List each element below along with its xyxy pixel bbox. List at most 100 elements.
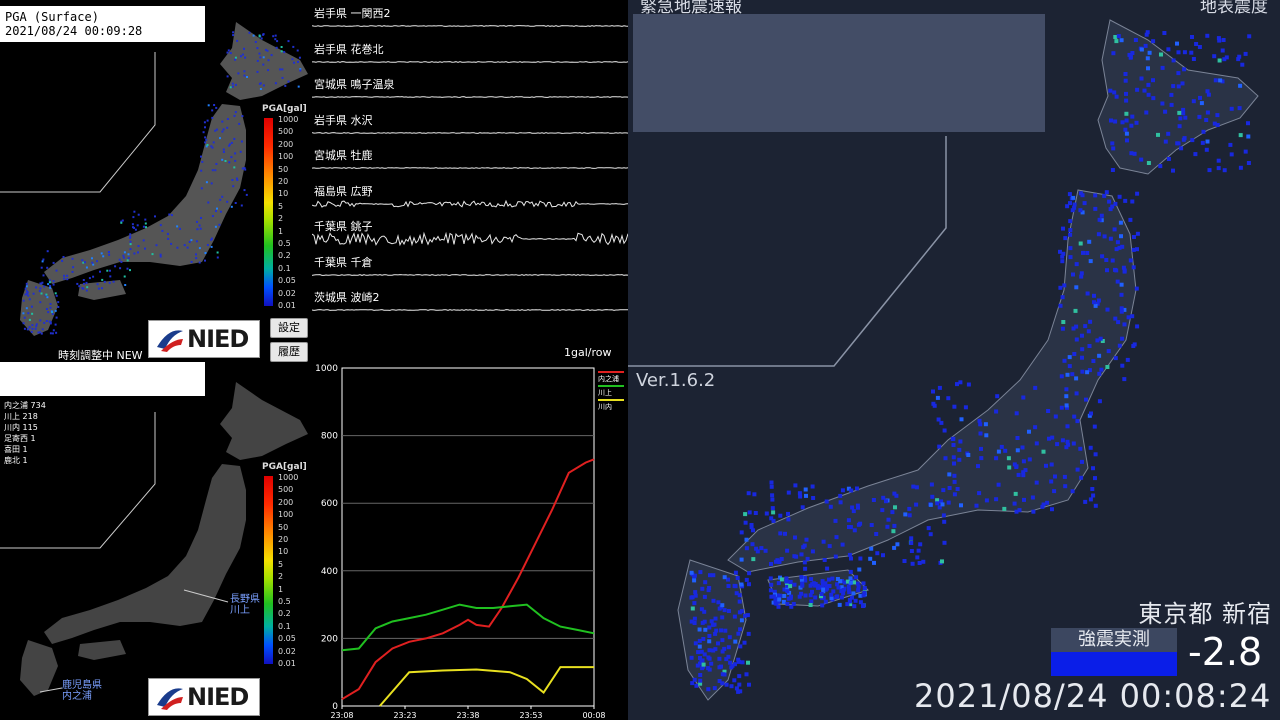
intensity-dot — [706, 687, 711, 692]
intensity-dot — [931, 401, 936, 406]
station-dot — [50, 310, 53, 313]
intensity-dot — [1068, 228, 1073, 233]
intensity-dot — [803, 593, 808, 598]
intensity-dot — [698, 570, 703, 575]
intensity-dot — [1044, 463, 1048, 468]
intensity-dot — [755, 549, 760, 554]
station-dot — [226, 51, 229, 54]
waveform-line — [312, 96, 628, 98]
intensity-dot — [700, 586, 705, 591]
station-dot — [210, 145, 213, 148]
intensity-dot — [884, 499, 888, 504]
intensity-dot — [995, 394, 1000, 399]
history-button[interactable]: 履歴 — [270, 342, 308, 362]
station-dot — [206, 244, 209, 246]
intensity-dot — [1119, 306, 1124, 311]
station-dot — [38, 290, 41, 293]
intensity-dot — [1072, 352, 1077, 356]
intensity-dot — [1096, 298, 1101, 303]
settings-button[interactable]: 設定 — [270, 318, 308, 338]
station-dot — [28, 318, 31, 321]
intensity-dot — [1113, 316, 1118, 321]
intensity-dot — [1113, 35, 1118, 39]
station-dot — [45, 308, 48, 310]
intensity-dot — [747, 682, 751, 687]
intensity-dot — [1115, 279, 1120, 284]
waveform-scale-note: 1gal/row — [564, 346, 612, 359]
intensity-dot — [734, 591, 739, 596]
intensity-dot — [737, 682, 742, 687]
intensity-dot — [856, 584, 861, 589]
station-dot — [234, 202, 237, 204]
intensity-dot — [1175, 41, 1179, 46]
station-dot — [48, 320, 51, 323]
intensity-dot — [1169, 92, 1174, 97]
intensity-dot — [707, 639, 712, 644]
intensity-dot — [1229, 106, 1234, 111]
intensity-dot — [743, 613, 748, 618]
x-tick-label: 23:53 — [519, 711, 542, 720]
station-dot — [127, 253, 130, 256]
intensity-dot — [734, 686, 739, 691]
station-dot — [85, 289, 88, 292]
intensity-dot — [1162, 31, 1167, 35]
intensity-dot — [708, 573, 712, 578]
intensity-dot — [916, 548, 921, 553]
intensity-dot — [1191, 99, 1196, 104]
scale-tick: 0.02 — [278, 646, 296, 656]
station-dot — [274, 34, 277, 37]
intensity-dot — [698, 673, 703, 677]
intensity-dot — [1110, 141, 1115, 146]
intensity-dot — [1178, 116, 1183, 121]
station-dot — [297, 85, 300, 88]
intensity-dot — [1151, 96, 1156, 101]
intensity-dot — [1130, 199, 1135, 204]
station-dot — [55, 316, 58, 319]
intensity-dot — [788, 579, 793, 584]
nied-logo-bottom: NIED — [148, 678, 260, 716]
intensity-dot — [1078, 241, 1083, 246]
bottom-map-header — [0, 362, 205, 396]
scale-tick: 5 — [278, 201, 284, 211]
intensity-dot — [940, 559, 944, 564]
station-dot — [215, 163, 218, 165]
intensity-dot — [942, 519, 947, 524]
intensity-dot — [1064, 394, 1069, 399]
intensity-dot — [979, 456, 984, 461]
scale-tick: 10 — [278, 547, 289, 557]
intensity-dot — [823, 599, 828, 604]
station-dot — [49, 285, 52, 287]
station-dot — [210, 182, 213, 185]
intensity-dot — [1145, 56, 1150, 61]
callout-kawakami: 長野県 川上 — [230, 594, 260, 616]
station-dot — [291, 58, 294, 61]
intensity-dot — [854, 575, 859, 580]
scale-tick: 0.2 — [278, 251, 291, 261]
intensity-dot — [738, 627, 743, 632]
intensity-dot — [931, 389, 935, 394]
intensity-dot — [703, 627, 708, 632]
intensity-dot — [937, 444, 942, 449]
intensity-dot — [1093, 193, 1098, 198]
intensity-dot — [947, 472, 952, 477]
intensity-dot — [1122, 269, 1127, 274]
intensity-dot — [851, 509, 856, 514]
station-dot — [231, 85, 234, 88]
intensity-dot — [1222, 168, 1227, 173]
intensity-dot — [1067, 364, 1072, 369]
station-dot — [144, 247, 146, 250]
intensity-dot — [846, 518, 851, 523]
intensity-dot — [1212, 54, 1217, 59]
intensity-dot — [1176, 50, 1181, 55]
station-dot — [92, 263, 95, 266]
intensity-dot — [732, 678, 737, 683]
waveform-line — [312, 273, 628, 276]
station-dot — [97, 287, 100, 290]
intensity-dot — [1123, 78, 1128, 83]
station-dot — [230, 156, 233, 159]
intensity-dot — [996, 449, 1001, 454]
intensity-dot — [1158, 164, 1163, 169]
station-dot — [101, 278, 104, 281]
station-dot — [108, 281, 111, 284]
station-dot — [76, 282, 79, 285]
